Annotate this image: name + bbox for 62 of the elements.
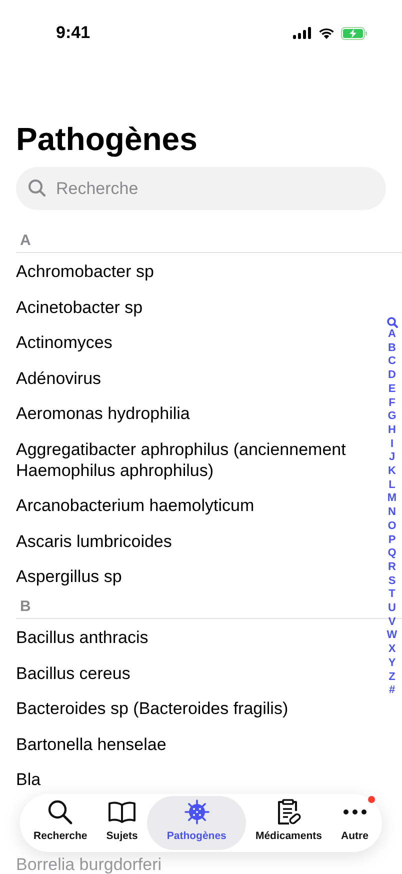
index-letter[interactable]: S (388, 574, 396, 588)
list-item[interactable]: Borrelia burgdorferi (16, 854, 162, 874)
index-letter[interactable]: J (388, 451, 396, 466)
signal-icon (293, 27, 312, 39)
index-letter[interactable]: V (388, 616, 396, 630)
index-letter[interactable]: H (388, 424, 396, 438)
list-item[interactable]: Bla (16, 769, 41, 790)
book-icon (108, 801, 136, 823)
search-icon[interactable] (386, 317, 398, 328)
tab[interactable]: Recherche (24, 796, 97, 850)
index-letter[interactable]: Q (388, 547, 396, 561)
index-letter[interactable]: F (388, 396, 396, 410)
more-icon (342, 809, 367, 815)
index-letter[interactable]: K (388, 465, 396, 479)
tab[interactable]: Médicaments (246, 796, 332, 850)
list-item[interactable]: Aeromonas hydrophilia (16, 403, 190, 424)
status-time: 9:41 (56, 23, 90, 43)
list-item[interactable]: Bacteroides sp (Bacteroides fragilis) (16, 698, 288, 720)
tab[interactable]: Sujets (96, 796, 148, 850)
list-item[interactable]: Bartonella henselae (16, 734, 166, 755)
tab[interactable]: Autre (332, 796, 378, 850)
index-letter[interactable]: W (386, 629, 398, 644)
index-letter[interactable]: # (388, 684, 396, 698)
tab[interactable]: Pathogènes (147, 796, 246, 850)
index-letter[interactable]: A (388, 328, 396, 342)
index-letter[interactable]: Y (388, 656, 396, 671)
list-item[interactable]: Ascaris lumbricoides (16, 530, 172, 552)
index-letter[interactable]: C (388, 355, 396, 370)
battery-charging-icon (341, 26, 368, 40)
index-letter[interactable]: P (388, 534, 396, 548)
index-letter[interactable]: B (388, 342, 396, 356)
index-letter[interactable]: I (390, 438, 394, 452)
page-title: Pathogènes (15, 120, 198, 159)
index-letter[interactable]: O (388, 520, 396, 534)
list-item[interactable]: Bacillus anthracis (16, 627, 148, 648)
wifi-icon (318, 27, 335, 39)
search-icon (28, 179, 46, 197)
list-item[interactable]: Arcanobacterium haemolyticum (16, 495, 254, 516)
index-letter[interactable]: E (388, 382, 396, 397)
index-letter[interactable]: G (388, 410, 396, 424)
list-item[interactable]: Actinomyces (16, 332, 112, 353)
index-letter[interactable]: D (388, 369, 396, 383)
index-letter[interactable]: T (388, 588, 396, 602)
index-letter[interactable]: M (387, 492, 397, 506)
search-icon (47, 799, 74, 825)
list-item[interactable]: Aggregatibacter aphrophilus (anciennement Haemophilus aphrophilus) (16, 438, 362, 480)
index-letter[interactable]: L (388, 478, 396, 492)
list-item[interactable]: Achromobacter sp (16, 261, 154, 282)
index-letter[interactable]: U (388, 602, 396, 616)
virus-icon (184, 799, 210, 825)
search-field[interactable]: Recherche (16, 167, 386, 210)
list-item[interactable]: Acinetobacter sp (16, 296, 143, 318)
section-header: B (20, 598, 31, 616)
index-letter[interactable]: Z (388, 670, 396, 684)
section-header: A (20, 232, 31, 249)
index-letter[interactable]: X (388, 643, 396, 657)
index-letter[interactable]: N (388, 506, 396, 520)
index-letter[interactable]: R (388, 560, 396, 575)
clipboard-icon (276, 799, 301, 825)
list-item[interactable]: Aspergillus sp (16, 566, 122, 587)
list-item[interactable]: Adénovirus (16, 368, 102, 388)
list-item[interactable]: Bacillus cereus (16, 662, 130, 684)
